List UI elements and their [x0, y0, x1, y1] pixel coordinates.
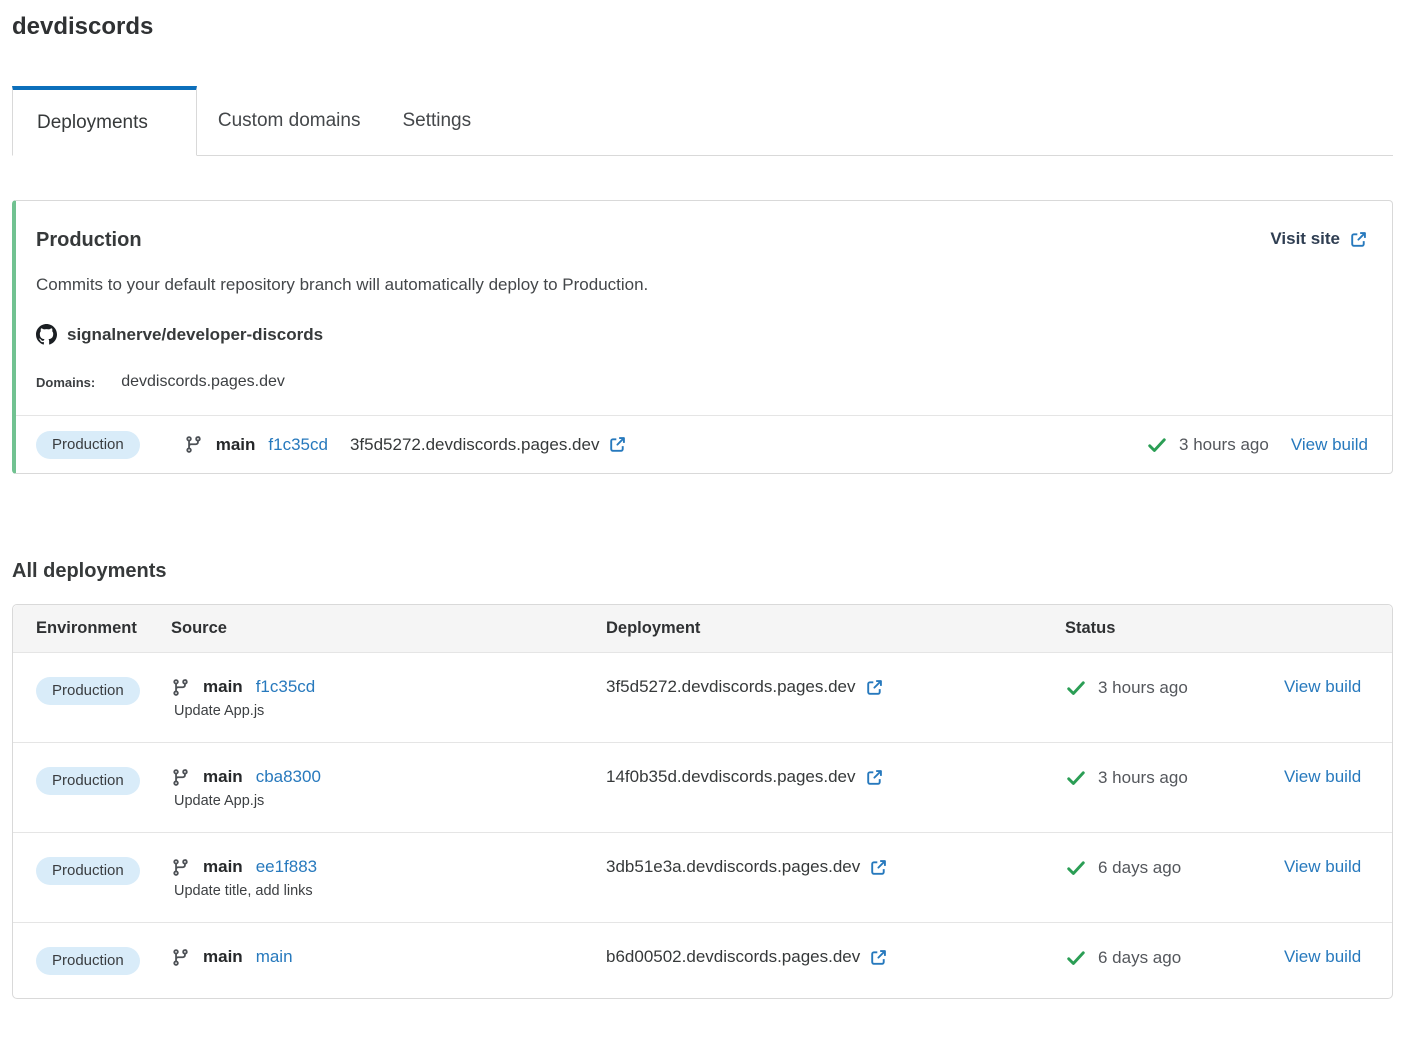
deployment-status: 6 days ago: [1065, 857, 1284, 879]
deployment-url[interactable]: 3f5d5272.devdiscords.pages.dev: [350, 435, 628, 455]
external-link-icon: [1351, 231, 1366, 247]
environment-badge: Production: [36, 677, 140, 705]
environment-badge: Production: [36, 767, 140, 795]
deployment-url[interactable]: b6d00502.devdiscords.pages.dev: [606, 947, 1065, 967]
tab-deployments[interactable]: Deployments: [12, 86, 197, 156]
branch-name: main: [215, 434, 256, 454]
deployment-time: 3 hours ago: [1098, 768, 1188, 787]
commit-message: Update App.js: [174, 793, 265, 809]
commit-link[interactable]: main: [256, 947, 293, 967]
table-row: Production main f1c35cd Update App.js 3f…: [13, 653, 1392, 742]
deployment-status: 3 hours ago: [1065, 767, 1284, 789]
tab-label: Settings: [402, 109, 472, 131]
deployment-url[interactable]: 3f5d5272.devdiscords.pages.dev: [606, 677, 1065, 697]
git-branch-icon: [173, 768, 188, 786]
environment-badge: Production: [36, 947, 140, 975]
deployment-time: 6 days ago: [1098, 858, 1182, 877]
visit-site-label: Visit site: [1270, 229, 1340, 248]
view-build-link[interactable]: View build: [1284, 767, 1361, 786]
deployment-status: 6 days ago: [1065, 947, 1284, 969]
check-icon: [1067, 771, 1085, 785]
tab-bar: Deployments Custom domains Settings: [12, 86, 1393, 156]
deployment-url-text: 3f5d5272.devdiscords.pages.dev: [606, 677, 856, 696]
check-icon: [1148, 437, 1166, 452]
column-header-environment: Environment: [36, 619, 137, 637]
column-header-source: Source: [171, 619, 227, 637]
branch-name: main: [203, 947, 243, 966]
branch-name: main: [203, 677, 243, 696]
view-build-link[interactable]: View build: [1291, 435, 1368, 455]
column-header-status: Status: [1065, 619, 1116, 637]
repo-name: signalnerve/developer-discords: [67, 324, 324, 344]
github-icon: [36, 324, 57, 345]
deployments-table-header: Environment Source Deployment Status: [13, 605, 1392, 653]
commit-message: Update title, add links: [174, 883, 313, 899]
commit-link[interactable]: f1c35cd: [268, 435, 328, 455]
branch-name: main: [203, 767, 243, 786]
check-icon: [1067, 951, 1085, 965]
deployment-status: 3 hours ago: [1065, 677, 1284, 699]
view-build-link[interactable]: View build: [1284, 677, 1361, 696]
commit-link[interactable]: cba8300: [256, 767, 321, 787]
tab-label: Custom domains: [217, 109, 361, 131]
visit-site-link[interactable]: Visit site: [1270, 229, 1368, 249]
deployments-table-body: Production main f1c35cd Update App.js 3f…: [13, 653, 1392, 998]
branch-name: main: [203, 857, 243, 876]
column-header-deployment: Deployment: [606, 619, 701, 637]
production-card-title: Production: [36, 229, 142, 251]
domains-label: Domains:: [36, 374, 96, 390]
check-icon: [1067, 681, 1085, 695]
commit-message: Update App.js: [174, 703, 265, 719]
pages-project-page: devdiscords Deployments Custom domains S…: [0, 0, 1413, 999]
table-row: Production main main b6d00502.devdiscord…: [13, 922, 1392, 998]
external-link-icon: [610, 437, 626, 452]
domains-line: Domains: devdiscords.pages.dev: [36, 373, 1368, 391]
deployment-url-text: 14f0b35d.devdiscords.pages.dev: [606, 767, 856, 786]
commit-link[interactable]: ee1f883: [256, 857, 317, 877]
environment-badge: Production: [36, 430, 140, 459]
check-icon: [1067, 861, 1085, 875]
tab-label: Deployments: [37, 111, 148, 133]
domains-value: devdiscords.pages.dev: [121, 373, 285, 390]
table-row: Production main ee1f883 Update title, ad…: [13, 832, 1392, 922]
production-description: Commits to your default repository branc…: [36, 275, 649, 294]
deployment-url-text: 3f5d5272.devdiscords.pages.dev: [349, 434, 600, 454]
git-branch-icon: [173, 858, 188, 876]
deployment-time: 3 hours ago: [1179, 434, 1269, 454]
external-link-icon: [871, 859, 887, 875]
external-link-icon: [866, 679, 882, 695]
commit-link[interactable]: f1c35cd: [256, 677, 316, 697]
deployment-status: 3 hours ago: [1146, 434, 1269, 456]
external-link-icon: [866, 769, 882, 785]
deployment-url[interactable]: 14f0b35d.devdiscords.pages.dev: [606, 767, 1065, 787]
tab-settings[interactable]: Settings: [381, 86, 492, 155]
deployment-url-text: b6d00502.devdiscords.pages.dev: [606, 947, 861, 966]
production-card: Production Visit site Commits to your de…: [12, 200, 1393, 474]
table-row: Production main cba8300 Update App.js 14…: [13, 742, 1392, 832]
git-branch-icon: [173, 678, 188, 696]
deployment-url[interactable]: 3db51e3a.devdiscords.pages.dev: [606, 857, 1065, 877]
view-build-link[interactable]: View build: [1284, 947, 1361, 966]
deployment-url-text: 3db51e3a.devdiscords.pages.dev: [606, 857, 861, 876]
git-branch-icon: [186, 436, 201, 453]
deployment-time: 6 days ago: [1098, 948, 1182, 967]
external-link-icon: [871, 949, 887, 965]
deployment-time: 3 hours ago: [1098, 678, 1188, 697]
all-deployments-title: All deployments: [12, 560, 167, 582]
repo-link[interactable]: signalnerve/developer-discords: [36, 324, 1368, 345]
git-branch-icon: [173, 948, 188, 966]
tab-custom-domains[interactable]: Custom domains: [197, 86, 382, 155]
page-title: devdiscords: [12, 13, 154, 40]
production-deployment-row: Production main f1c35cd 3f5d5272.devdisc…: [16, 415, 1392, 473]
deployments-table: Environment Source Deployment Status Pro…: [12, 604, 1393, 999]
environment-badge: Production: [36, 857, 140, 885]
view-build-link[interactable]: View build: [1284, 857, 1361, 876]
